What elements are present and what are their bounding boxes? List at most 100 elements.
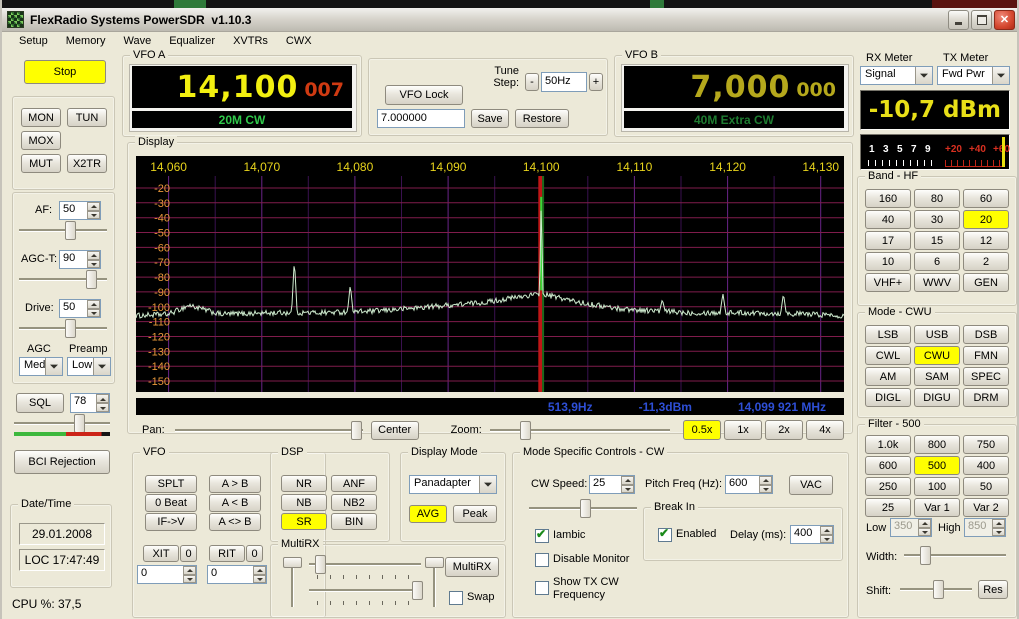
nb-button[interactable]: NB: [281, 494, 327, 511]
avg-button[interactable]: AVG: [409, 505, 447, 523]
display-mode-select[interactable]: Panadapter: [409, 475, 497, 494]
mode-lsb-button[interactable]: LSB: [865, 325, 911, 344]
filter-600-button[interactable]: 600: [865, 456, 911, 475]
zero-beat-button[interactable]: 0 Beat: [145, 494, 197, 512]
filter-500-button[interactable]: 500: [914, 456, 960, 475]
split-button[interactable]: SPLT: [145, 475, 197, 493]
sql-slider[interactable]: [14, 414, 110, 432]
a-to-b-button[interactable]: A > B: [209, 475, 261, 493]
xit-zero-button[interactable]: 0: [180, 545, 197, 562]
rx-meter-select[interactable]: Signal: [860, 66, 933, 85]
anf-button[interactable]: ANF: [331, 475, 377, 492]
mut-button[interactable]: MUT: [21, 154, 61, 173]
filter-800-button[interactable]: 800: [914, 435, 960, 454]
drive-slider[interactable]: [19, 319, 107, 337]
zoom-2x-button[interactable]: 2x: [765, 420, 803, 440]
panadapter-spectrum[interactable]: 14,06014,07014,08014,09014,10014,11014,1…: [136, 156, 844, 392]
minimize-button[interactable]: [948, 10, 969, 30]
titlebar[interactable]: FlexRadio Systems PowerSDR v1.10.3 ✕: [2, 8, 1019, 32]
af-spinner[interactable]: 50: [59, 201, 101, 220]
tune-step-minus-button[interactable]: -: [525, 73, 539, 91]
filter-50-button[interactable]: 50: [963, 477, 1009, 496]
tune-step-plus-button[interactable]: +: [589, 73, 603, 91]
agc-select[interactable]: Med: [19, 357, 63, 376]
menu-cwx[interactable]: CWX: [277, 33, 321, 49]
maximize-button[interactable]: [971, 10, 992, 30]
rit-spinner[interactable]: 0: [207, 565, 267, 584]
menu-equalizer[interactable]: Equalizer: [160, 33, 224, 49]
b-to-a-button[interactable]: A < B: [209, 494, 261, 512]
sql-button[interactable]: SQL: [16, 393, 64, 413]
mode-cwl-button[interactable]: CWL: [865, 346, 911, 365]
pitch-freq-spinner[interactable]: 600: [725, 475, 773, 494]
filter-25-button[interactable]: 25: [865, 498, 911, 517]
pan-center-button[interactable]: Center: [371, 421, 419, 440]
multirx-pan-slider-left[interactable]: [283, 557, 301, 607]
save-button[interactable]: Save: [471, 109, 509, 128]
a-swap-b-button[interactable]: A <> B: [209, 513, 261, 531]
break-in-enabled-checkbox[interactable]: [658, 528, 672, 542]
band-wwv-button[interactable]: WWV: [914, 273, 960, 292]
mode-usb-button[interactable]: USB: [914, 325, 960, 344]
menu-xvtrs[interactable]: XVTRs: [224, 33, 277, 49]
band-6-button[interactable]: 6: [914, 252, 960, 271]
filter-res-button[interactable]: Res: [978, 580, 1008, 599]
af-slider[interactable]: [19, 221, 107, 239]
preamp-select[interactable]: Low: [67, 357, 111, 376]
restore-button[interactable]: Restore: [515, 109, 569, 128]
tun-button[interactable]: TUN: [67, 108, 107, 127]
mode-fmn-button[interactable]: FMN: [963, 346, 1009, 365]
band-17-button[interactable]: 17: [865, 231, 911, 250]
band-15-button[interactable]: 15: [914, 231, 960, 250]
delay-spinner[interactable]: 400: [790, 525, 834, 544]
band-160-button[interactable]: 160: [865, 189, 911, 208]
tune-step-value[interactable]: 50Hz: [541, 72, 587, 92]
menu-wave[interactable]: Wave: [114, 33, 160, 49]
bci-rejection-button[interactable]: BCI Rejection: [14, 450, 110, 474]
rit-button[interactable]: RIT: [209, 545, 245, 562]
tx-meter-select[interactable]: Fwd Pwr: [937, 66, 1010, 85]
menu-memory[interactable]: Memory: [57, 33, 115, 49]
xit-spinner[interactable]: 0: [137, 565, 197, 584]
mode-dsb-button[interactable]: DSB: [963, 325, 1009, 344]
band-vhf-button[interactable]: VHF+: [865, 273, 911, 292]
cw-speed-spinner[interactable]: 25: [589, 475, 635, 494]
band-20-button[interactable]: 20: [963, 210, 1009, 229]
multirx-tune-slider[interactable]: [309, 555, 421, 573]
vac-button[interactable]: VAC: [789, 475, 833, 495]
iambic-checkbox[interactable]: [535, 529, 549, 543]
drive-spinner[interactable]: 50: [59, 299, 101, 318]
mode-cwu-button[interactable]: CWU: [914, 346, 960, 365]
x2tr-button[interactable]: X2TR: [67, 154, 107, 173]
band-2-button[interactable]: 2: [963, 252, 1009, 271]
band-60-button[interactable]: 60: [963, 189, 1009, 208]
nb2-button[interactable]: NB2: [331, 494, 377, 511]
multirx-pan-slider-right[interactable]: [425, 557, 443, 607]
bin-button[interactable]: BIN: [331, 513, 377, 530]
xit-button[interactable]: XIT: [143, 545, 179, 562]
mon-button[interactable]: MON: [21, 108, 61, 127]
vfo-a-frequency-display[interactable]: 14,100 007: [132, 66, 352, 108]
nr-button[interactable]: NR: [281, 475, 327, 492]
filter-100-button[interactable]: 100: [914, 477, 960, 496]
filter-250-button[interactable]: 250: [865, 477, 911, 496]
vfo-lock-button[interactable]: VFO Lock: [385, 85, 463, 105]
filter-400-button[interactable]: 400: [963, 456, 1009, 475]
agct-slider[interactable]: [19, 270, 107, 288]
peak-button[interactable]: Peak: [453, 505, 497, 523]
mode-sam-button[interactable]: SAM: [914, 367, 960, 386]
sql-spinner[interactable]: 78: [70, 393, 110, 413]
agct-spinner[interactable]: 90: [59, 250, 101, 269]
filter-var1-button[interactable]: Var 1: [914, 498, 960, 517]
chevron-down-icon[interactable]: [45, 358, 62, 375]
frequency-entry-field[interactable]: 7.000000: [377, 109, 465, 128]
sr-button[interactable]: SR: [281, 513, 327, 530]
show-tx-cw-checkbox[interactable]: [535, 581, 549, 595]
mode-digu-button[interactable]: DIGU: [914, 388, 960, 407]
swap-checkbox[interactable]: [449, 591, 463, 605]
filter-shift-slider[interactable]: [900, 580, 972, 598]
mode-spec-button[interactable]: SPEC: [963, 367, 1009, 386]
vfo-b-frequency-display[interactable]: 7,000 000: [624, 66, 844, 108]
filter-var2-button[interactable]: Var 2: [963, 498, 1009, 517]
band-12-button[interactable]: 12: [963, 231, 1009, 250]
